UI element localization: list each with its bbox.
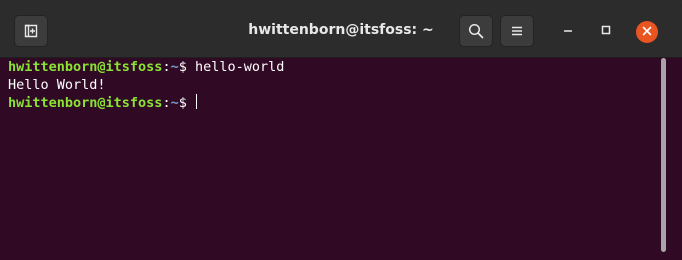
prompt-separator: :	[162, 95, 171, 111]
prompt-path: ~	[170, 95, 179, 111]
new-tab-button[interactable]	[14, 15, 48, 47]
maximize-icon	[601, 22, 611, 40]
terminal-line-output: Hello World!	[8, 76, 106, 94]
minimize-icon	[563, 22, 573, 40]
search-button[interactable]	[459, 15, 493, 47]
terminal-window: hwittenborn@itsfoss: ~ hwittenborn@itsfo…	[0, 0, 682, 260]
terminal-line-prompt: hwittenborn@itsfoss:~$ hello-world	[8, 58, 284, 76]
prompt-user-host: hwittenborn@itsfoss	[8, 95, 163, 111]
window-title: hwittenborn@itsfoss: ~	[248, 22, 434, 38]
prompt-symbol: $	[178, 59, 195, 75]
new-tab-icon	[24, 24, 38, 38]
menu-button[interactable]	[500, 15, 534, 47]
close-icon	[642, 23, 652, 41]
close-button[interactable]	[636, 21, 658, 43]
prompt-user-host: hwittenborn@itsfoss	[8, 59, 163, 75]
prompt-separator: :	[162, 59, 171, 75]
command-text: hello-world	[194, 59, 285, 75]
title-bar[interactable]: hwittenborn@itsfoss: ~	[0, 0, 682, 58]
minimize-button[interactable]	[558, 21, 578, 41]
search-icon	[468, 23, 484, 39]
terminal-output[interactable]: hwittenborn@itsfoss:~$ hello-world Hello…	[0, 58, 682, 260]
vertical-scrollbar[interactable]	[661, 58, 666, 252]
prompt-symbol: $	[178, 95, 195, 111]
maximize-button[interactable]	[596, 21, 616, 41]
output-text: Hello World!	[8, 77, 106, 93]
hamburger-menu-icon	[510, 24, 524, 38]
text-cursor	[195, 94, 197, 109]
prompt-path: ~	[170, 59, 179, 75]
terminal-line-prompt-current: hwittenborn@itsfoss:~$	[8, 94, 197, 112]
